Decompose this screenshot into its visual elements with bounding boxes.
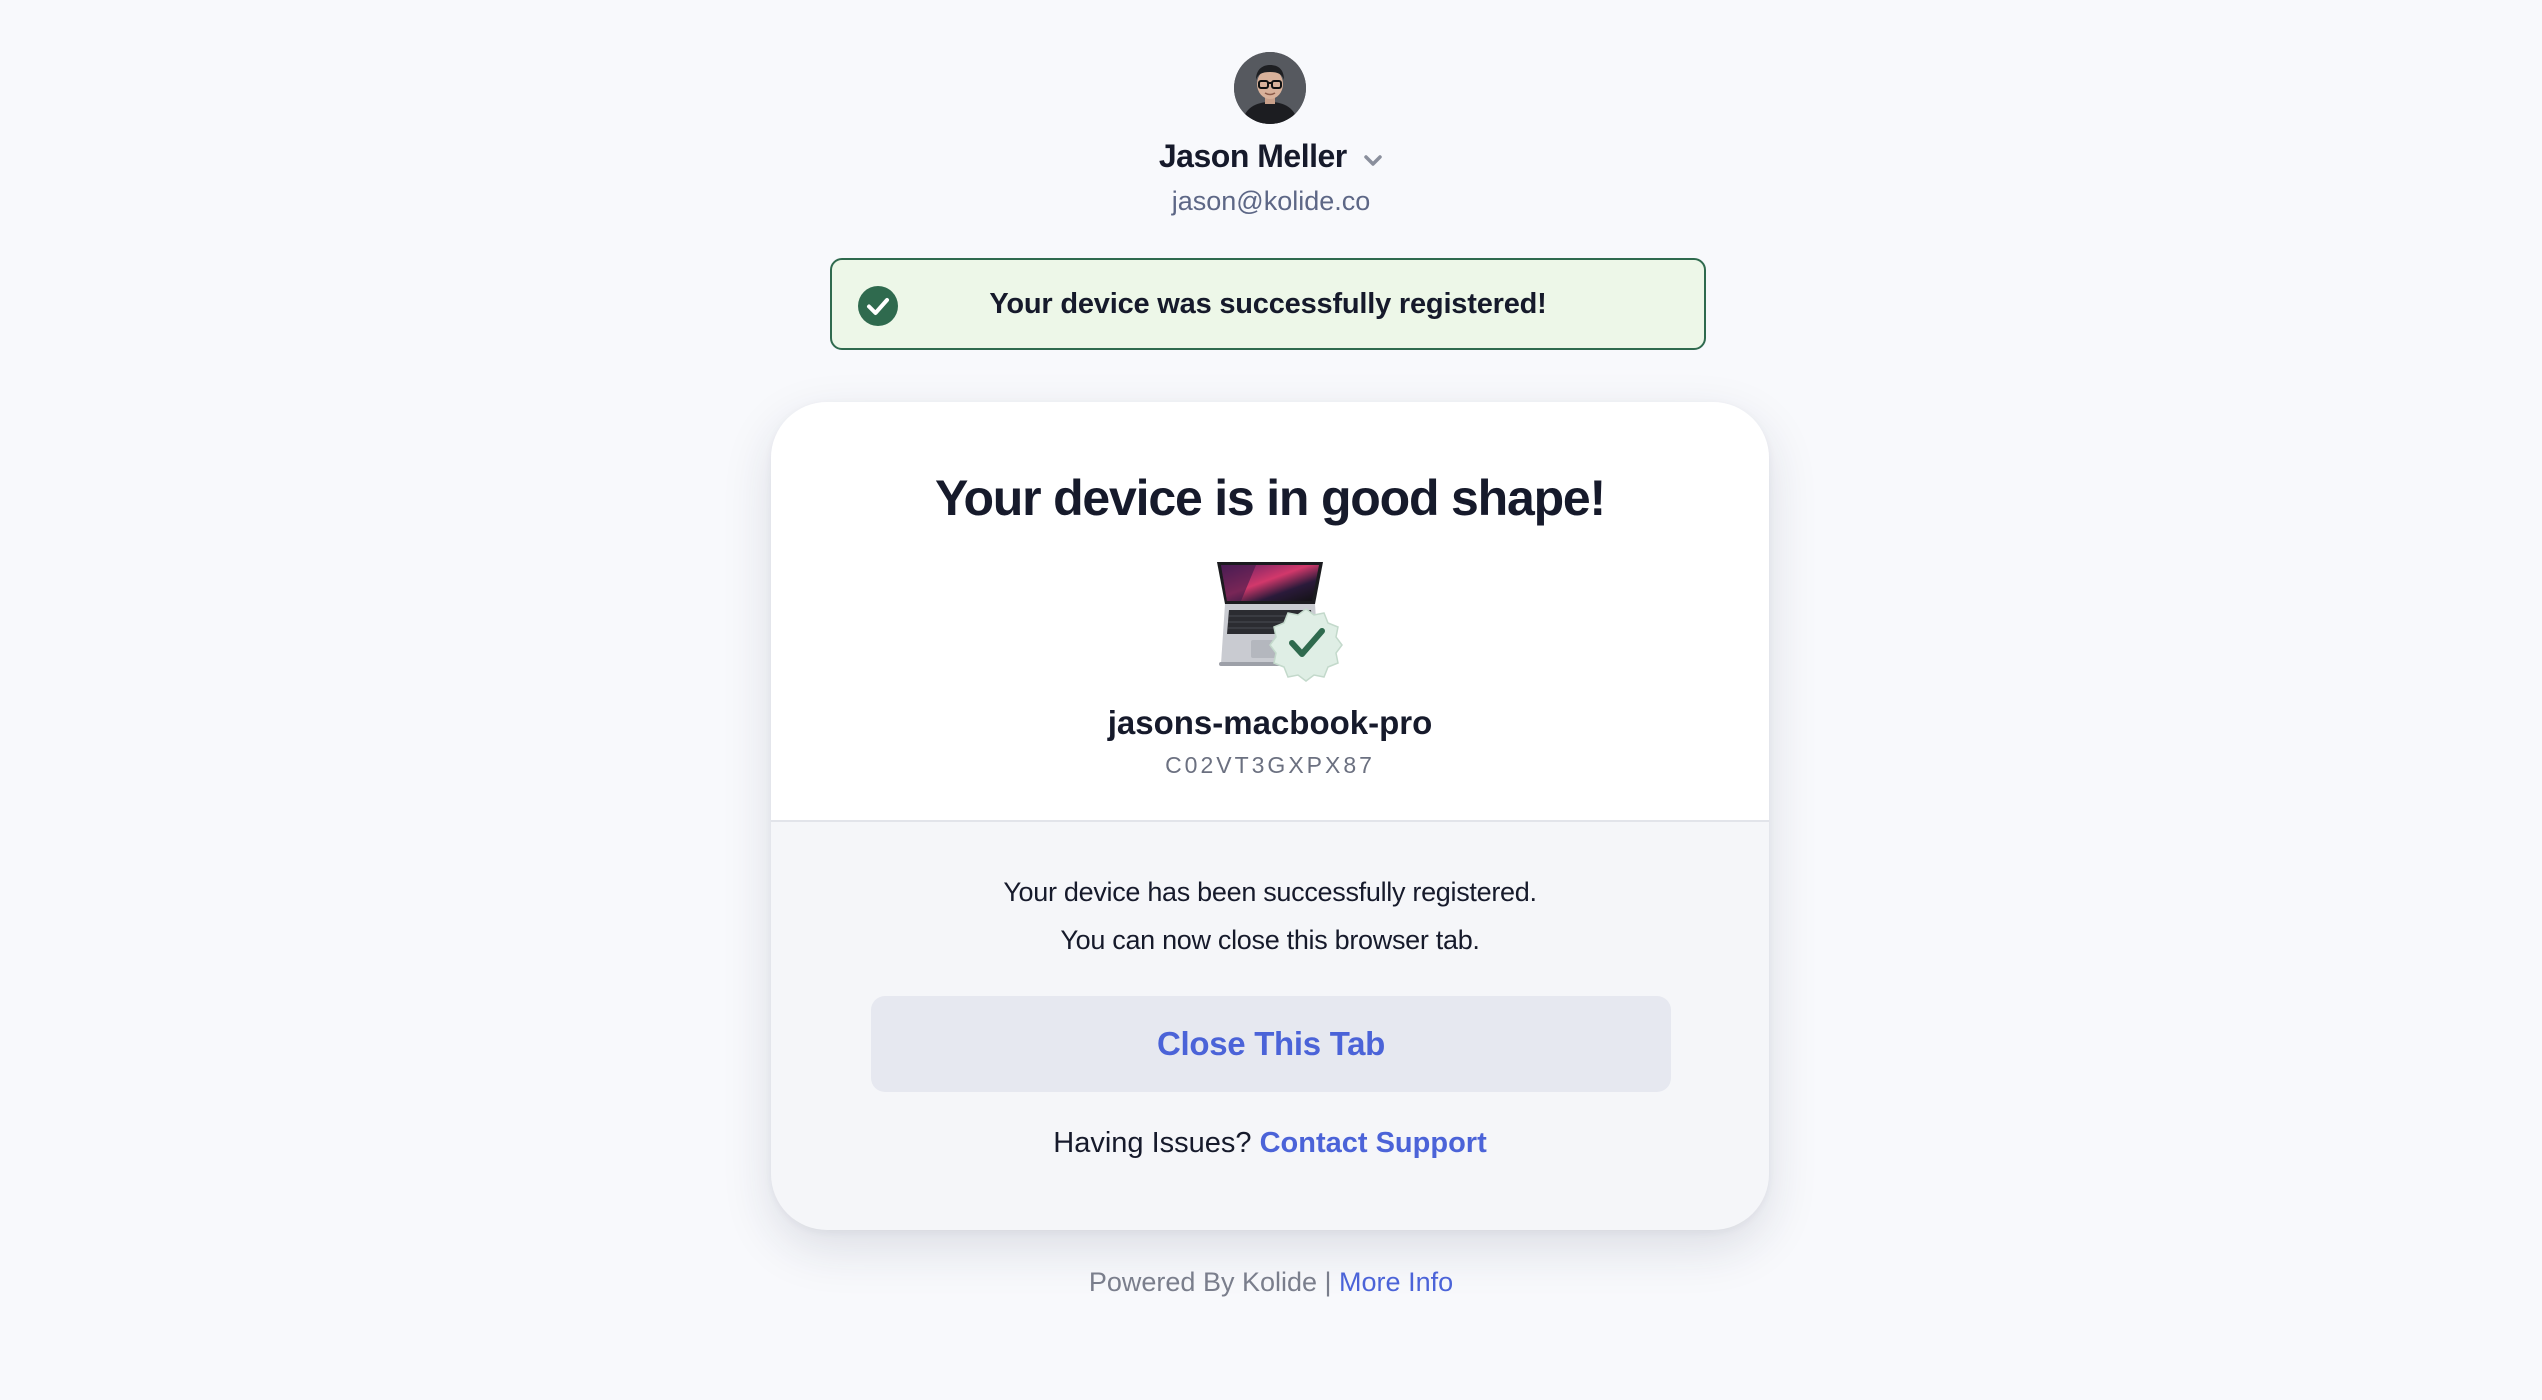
support-row: Having Issues? Contact Support: [771, 1124, 1769, 1162]
device-name: jasons-macbook-pro: [1107, 704, 1433, 741]
contact-support-link[interactable]: Contact Support: [1260, 1127, 1487, 1159]
close-tab-info: You can now close this browser tab.: [1060, 925, 1480, 955]
powered-by-text: Powered By Kolide |: [1088, 1267, 1332, 1297]
issues-text: Having Issues?: [1053, 1127, 1252, 1159]
card-header: Your device is in good shape! jasons-mac…: [771, 402, 1769, 822]
avatar[interactable]: [1234, 52, 1306, 124]
device-status-card: Your device is in good shape! jasons-mac…: [771, 402, 1769, 1230]
user-name: Jason Meller: [1158, 138, 1347, 174]
more-info-link[interactable]: More Info: [1339, 1267, 1453, 1297]
user-email: jason@kolide.co: [1171, 186, 1371, 216]
user-avatar-image: [1234, 52, 1306, 124]
laptop-verified-icon: [1211, 558, 1351, 688]
user-menu[interactable]: Jason Meller: [0, 136, 2542, 177]
registration-info: Your device has been successfully regist…: [1003, 877, 1537, 907]
success-message: Your device was successfully registered!: [989, 287, 1547, 320]
card-title: Your device is in good shape!: [935, 470, 1606, 526]
chevron-down-icon: [1363, 137, 1383, 177]
page: Jason Meller jason@kolide.co Your device…: [0, 0, 2542, 1400]
success-banner: Your device was successfully registered!: [830, 258, 1706, 350]
footer: Powered By Kolide | More Info: [0, 1264, 2542, 1300]
device-serial: C02VT3GXPX87: [1165, 752, 1375, 778]
close-tab-button[interactable]: Close This Tab: [871, 996, 1671, 1092]
